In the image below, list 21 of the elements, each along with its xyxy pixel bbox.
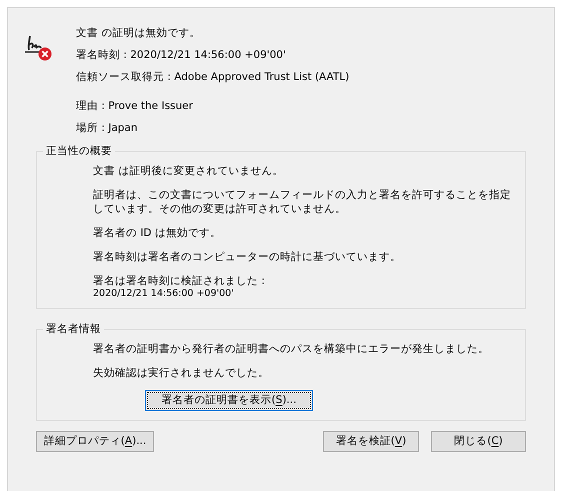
- signer-message: 署名者の証明書から発行者の証明書へのパスを構築中にエラーが発生しました。: [93, 342, 490, 356]
- field-label: 場所 :: [76, 122, 105, 134]
- summary-text: 文書 は証明後に変更されていません。: [93, 164, 284, 178]
- field-value: 2020/12/21 14:56:00 +09'00': [130, 49, 286, 61]
- button[interactable]: 署名を検証(V): [323, 431, 419, 452]
- button[interactable]: 詳細プロパティ(A)...: [36, 431, 154, 452]
- field-label: 理由 :: [76, 100, 105, 112]
- signer-message: 失効確認は実行されませんでした。: [93, 366, 270, 380]
- field-value: Prove the Issuer: [108, 100, 193, 112]
- button[interactable]: 署名者の証明書を表示(S)...: [145, 390, 313, 411]
- summary-text: 署名者の ID は無効です。: [93, 226, 222, 240]
- summary-text: 証明者は、この文書についてフォームフィールドの入力と署名を許可することを指定しています。その他の変更は許可されていません。: [93, 188, 512, 216]
- button[interactable]: 閉じる(C): [431, 431, 526, 452]
- field-label: 信頼ソース取得元 :: [76, 71, 171, 83]
- summary-text: 署名時刻は署名者のコンピューターの時計に基づいています。: [93, 250, 402, 264]
- status-title: 文書 の証明は無効です。: [76, 26, 202, 41]
- field-label: 署名時刻 :: [76, 49, 127, 61]
- verified-time: 2020/12/21 14:56:00 +09'00': [93, 288, 235, 300]
- field-value: Japan: [108, 122, 138, 134]
- field-value: Adobe Approved Trust List (AATL): [174, 71, 350, 83]
- summary-text: 署名は署名時刻に検証されました :: [93, 274, 266, 288]
